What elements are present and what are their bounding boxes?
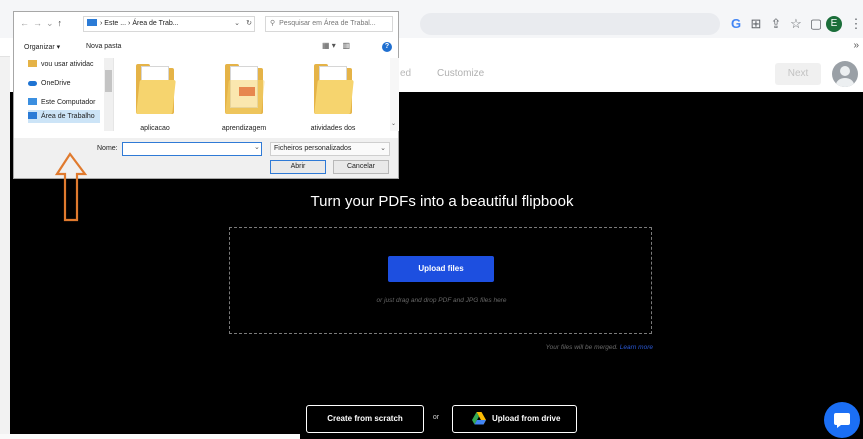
sidebar-icon[interactable]: ▢ (806, 13, 826, 35)
learn-more-link[interactable]: Learn more (620, 344, 653, 351)
folder-icon (136, 64, 176, 114)
breadcrumb-segment[interactable]: Área de Trab... (132, 20, 178, 27)
bottom-strip (0, 434, 300, 439)
folder-icon (314, 64, 354, 114)
file-name: aplicacao (140, 125, 170, 132)
open-button[interactable]: Abrir (270, 160, 326, 174)
file-type-value: Ficheiros personalizados (274, 145, 352, 152)
merge-note-text: Your files will be merged. (545, 344, 618, 351)
search-icon: ⚲ (270, 20, 276, 27)
back-icon[interactable]: ← (20, 18, 33, 28)
recent-chevron-icon[interactable]: ⌄ (46, 18, 58, 28)
chat-bubble-icon (834, 413, 850, 428)
computer-icon (87, 19, 97, 26)
address-bar[interactable] (420, 13, 720, 35)
profile-avatar[interactable]: E (826, 16, 842, 32)
create-from-scratch-button[interactable]: Create from scratch (306, 405, 424, 433)
file-name-input[interactable] (122, 142, 262, 156)
chevron-down-icon[interactable]: ⌄ (254, 143, 260, 151)
nav-item-label: Este Computador (41, 99, 96, 106)
upload-files-button[interactable]: Upload files (388, 256, 494, 282)
star-icon[interactable]: ☆ (786, 13, 806, 35)
page-title: Turn your PDFs into a beautiful flipbook (310, 193, 574, 210)
nav-item-folder[interactable]: vou usar atividac (28, 58, 94, 71)
pdf-folder-icon (225, 64, 265, 114)
nav-item-onedrive[interactable]: OneDrive (28, 77, 71, 90)
nav-scrollbar[interactable] (104, 58, 113, 131)
file-item[interactable]: atividades dos (293, 64, 373, 132)
new-folder-button[interactable]: Nova pasta (86, 43, 121, 50)
search-input[interactable]: ⚲ Pesquisar em Área de Trabal... (265, 16, 393, 32)
user-avatar-icon[interactable] (832, 61, 858, 87)
nav-item-label: Área de Trabalho (41, 113, 95, 120)
annotation-arrow-icon (55, 152, 88, 222)
navigation-pane: vou usar atividac OneDrive Este Computad… (26, 58, 114, 131)
upload-from-drive-label: Upload from drive (492, 414, 561, 423)
drag-hint: or just drag and drop PDF and JPG files … (376, 297, 507, 304)
onedrive-icon (28, 81, 37, 86)
chevron-down-icon: ⌄ (380, 145, 386, 152)
view-options-icon[interactable]: ▦ ▾ ▥ (322, 41, 350, 50)
bookmarks-more-button[interactable]: » (853, 38, 859, 54)
file-name-label: Nome: (97, 145, 118, 152)
refresh-icon[interactable]: ↻ (246, 17, 252, 31)
files-scrollbar[interactable]: ⌄ (390, 58, 399, 131)
kebab-menu-icon[interactable]: ⋮ (846, 13, 863, 35)
chevron-down-icon[interactable]: ⌄ (234, 17, 240, 31)
file-item[interactable]: aprendizagem (204, 64, 284, 132)
folder-icon (28, 60, 37, 67)
cancel-button[interactable]: Cancelar (333, 160, 389, 174)
nav-item-label: vou usar atividac (41, 61, 94, 68)
google-icon[interactable]: G (726, 13, 746, 35)
upload-from-drive-button[interactable]: Upload from drive (452, 405, 577, 433)
file-item[interactable]: aplicacao (115, 64, 195, 132)
step-published[interactable]: ed (400, 68, 411, 79)
breadcrumb-segment[interactable]: Este ... (104, 20, 126, 27)
dialog-nav-buttons: ←→⌄↑ (20, 18, 66, 29)
help-icon[interactable]: ? (382, 42, 392, 52)
organize-button[interactable]: Organizar ▾ (24, 43, 60, 51)
nav-item-desktop[interactable]: Área de Trabalho (28, 110, 100, 123)
up-arrow-icon[interactable]: ↑ (58, 18, 67, 28)
file-name: atividades dos (310, 125, 356, 132)
file-type-select[interactable]: Ficheiros personalizados ⌄ (270, 142, 390, 156)
merge-note: Your files will be merged. Learn more (400, 344, 653, 351)
chevron-down-icon[interactable]: ⌄ (391, 120, 396, 127)
or-label: or (432, 414, 440, 421)
path-breadcrumb[interactable]: › Este ... › Área de Trab... ⌄ ↻ (83, 16, 255, 32)
computer-icon (28, 98, 37, 105)
desktop-icon (28, 112, 37, 119)
search-placeholder: Pesquisar em Área de Trabal... (279, 20, 376, 27)
step-customize[interactable]: Customize (437, 68, 484, 79)
forward-icon[interactable]: → (33, 18, 46, 28)
chat-button[interactable] (824, 402, 860, 438)
file-name: aprendizagem (221, 125, 267, 132)
nav-item-label: OneDrive (41, 80, 71, 87)
next-button[interactable]: Next (775, 63, 821, 85)
share-icon[interactable]: ⇪ (766, 13, 786, 35)
translate-icon[interactable]: ⊞ (746, 13, 766, 35)
google-drive-icon (472, 412, 486, 425)
nav-item-this-pc[interactable]: Este Computador (28, 96, 95, 109)
